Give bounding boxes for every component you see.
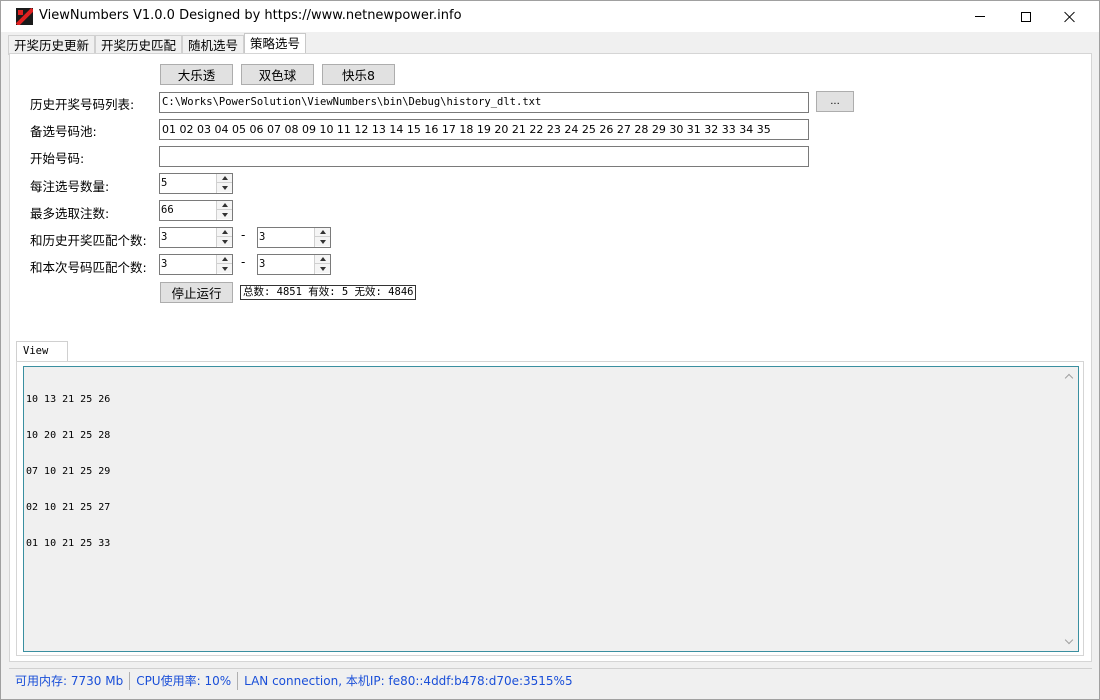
arrow-down-icon: [221, 212, 228, 217]
current-match-max-value: 3: [259, 258, 266, 270]
max-tickets-label: 最多选取注数:: [30, 206, 110, 221]
arrow-down-icon: [221, 266, 228, 271]
maximize-icon: [1021, 11, 1031, 22]
arrow-up-icon: [221, 176, 228, 180]
tab-history-update[interactable]: 开奖历史更新: [8, 35, 96, 55]
spinner-arrows: [216, 255, 232, 274]
stop-button[interactable]: 停止运行: [160, 282, 233, 303]
tab-history-match[interactable]: 开奖历史匹配: [95, 35, 183, 55]
history-match-label: 和历史开奖匹配个数:: [30, 233, 147, 248]
browse-button[interactable]: ...: [816, 91, 854, 112]
spinner-up-button[interactable]: [217, 255, 232, 264]
history-match-min-spinner[interactable]: 3: [159, 227, 233, 248]
kuaile8-button[interactable]: 快乐8: [322, 64, 395, 85]
chevron-down-icon: [1064, 635, 1073, 645]
spinner-arrows: [314, 255, 330, 274]
app-logo-icon: [16, 8, 33, 25]
arrow-down-icon: [319, 266, 326, 271]
result-line: 01 10 21 25 33: [26, 538, 111, 549]
start-numbers-label: 开始号码:: [30, 151, 85, 166]
spinner-down-button[interactable]: [217, 237, 232, 246]
spinner-up-button[interactable]: [315, 255, 330, 264]
arrow-down-icon: [221, 239, 228, 244]
status-memory: 可用内存: 7730 Mb: [9, 671, 131, 690]
spinner-down-button[interactable]: [217, 210, 232, 219]
spinner-up-button[interactable]: [217, 228, 232, 237]
arrow-up-icon: [221, 203, 228, 207]
history-file-label: 历史开奖号码列表:: [30, 97, 135, 112]
status-bar: 可用内存: 7730 Mb CPU使用率: 10% LAN connection…: [9, 668, 1092, 692]
tab-random-pick[interactable]: 随机选号: [182, 35, 245, 55]
start-numbers-input[interactable]: [159, 146, 809, 167]
tab-view[interactable]: View: [16, 341, 68, 362]
spinner-down-button[interactable]: [315, 264, 330, 273]
chevron-up-icon: [1064, 373, 1073, 383]
spinner-up-button[interactable]: [217, 201, 232, 210]
per-ticket-count-value: 5: [161, 177, 168, 189]
scroll-down-button[interactable]: [1060, 633, 1077, 650]
results-textarea[interactable]: 10 13 21 25 26 10 20 21 25 28 07 10 21 2…: [23, 366, 1079, 652]
app-window: ViewNumbers V1.0.0 Designed by https://w…: [0, 0, 1100, 700]
spinner-up-button[interactable]: [315, 228, 330, 237]
result-line: 07 10 21 25 29: [26, 466, 111, 477]
arrow-up-icon: [319, 257, 326, 261]
stats-display: 总数: 4851 有效: 5 无效: 4846: [240, 285, 417, 300]
spinner-arrows: [216, 201, 232, 220]
daletou-button[interactable]: 大乐透: [160, 64, 233, 85]
history-match-min-value: 3: [161, 231, 168, 243]
spinner-arrows: [216, 228, 232, 247]
spinner-down-button[interactable]: [217, 183, 232, 192]
minimize-button[interactable]: [957, 1, 1003, 32]
candidate-pool-input[interactable]: 01 02 03 04 05 06 07 08 09 10 11 12 13 1…: [159, 119, 809, 140]
maximize-button[interactable]: [1003, 1, 1049, 32]
candidate-pool-label: 备选号码池:: [30, 124, 97, 139]
result-line: 10 13 21 25 26: [26, 394, 111, 405]
main-tab-strip: 开奖历史更新 开奖历史匹配 随机选号 策略选号: [8, 33, 307, 55]
minimize-icon: [975, 16, 985, 17]
current-match-min-spinner[interactable]: 3: [159, 254, 233, 275]
arrow-up-icon: [221, 230, 228, 234]
arrow-up-icon: [221, 257, 228, 261]
max-tickets-value: 66: [161, 204, 174, 216]
per-ticket-count-label: 每注选号数量:: [30, 179, 110, 194]
range-separator: -: [241, 228, 246, 242]
results-lines: 10 13 21 25 26 10 20 21 25 28 07 10 21 2…: [26, 370, 110, 574]
status-network: LAN connection, 本机IP: fe80::4ddf:b478:d7…: [244, 673, 573, 688]
close-icon: [1064, 11, 1076, 23]
history-match-max-spinner[interactable]: 3: [257, 227, 331, 248]
tab-strategy-pick[interactable]: 策略选号: [244, 33, 307, 54]
spinner-down-button[interactable]: [217, 264, 232, 273]
title-bar[interactable]: ViewNumbers V1.0.0 Designed by https://w…: [1, 1, 1099, 32]
current-match-label: 和本次号码匹配个数:: [30, 260, 147, 275]
history-match-max-value: 3: [259, 231, 266, 243]
max-tickets-spinner[interactable]: 66: [159, 200, 233, 221]
spinner-down-button[interactable]: [315, 237, 330, 246]
window-title: ViewNumbers V1.0.0 Designed by https://w…: [39, 8, 462, 23]
spinner-arrows: [216, 174, 232, 193]
history-file-input[interactable]: C:\Works\PowerSolution\ViewNumbers\bin\D…: [159, 92, 809, 113]
result-line: 10 20 21 25 28: [26, 430, 111, 441]
arrow-down-icon: [221, 185, 228, 190]
range-separator: -: [241, 255, 246, 269]
vertical-scrollbar[interactable]: [1060, 368, 1077, 650]
scroll-up-button[interactable]: [1060, 368, 1077, 385]
current-match-min-value: 3: [161, 258, 168, 270]
spinner-arrows: [314, 228, 330, 247]
result-line: 02 10 21 25 27: [26, 502, 111, 513]
per-ticket-count-spinner[interactable]: 5: [159, 173, 233, 194]
arrow-down-icon: [319, 239, 326, 244]
spinner-up-button[interactable]: [217, 174, 232, 183]
close-button[interactable]: [1047, 1, 1093, 32]
status-cpu: CPU使用率: 10%: [130, 671, 239, 690]
current-match-max-spinner[interactable]: 3: [257, 254, 331, 275]
arrow-up-icon: [319, 230, 326, 234]
shuangseqiu-button[interactable]: 双色球: [241, 64, 314, 85]
